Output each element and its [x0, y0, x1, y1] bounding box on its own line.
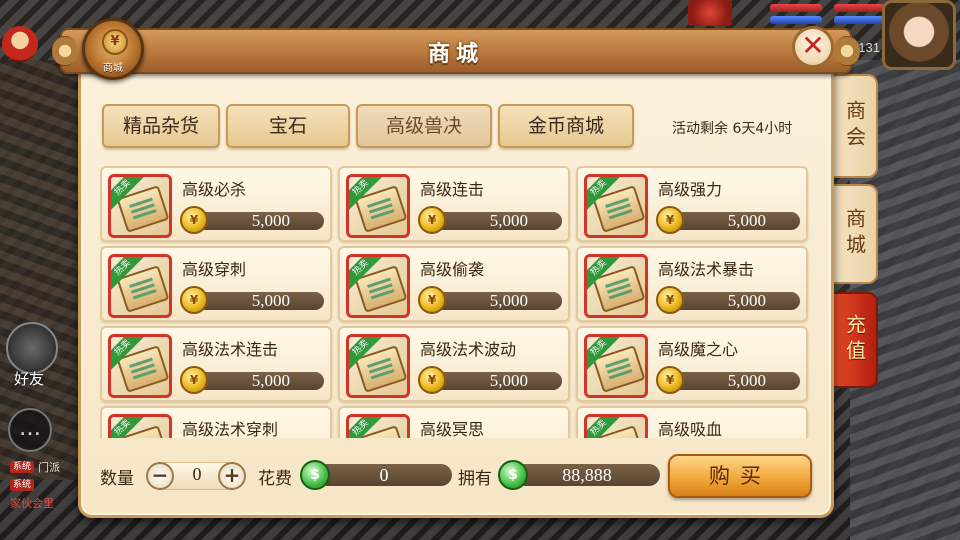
item-name: 高级法术穿刺 [182, 420, 279, 438]
skill-scroll-icon: 热卖 [346, 174, 410, 238]
friend-label[interactable]: 好友 [14, 368, 44, 389]
pet-hp-bar [834, 4, 884, 12]
item-name: 高级魔之心 [658, 340, 739, 359]
activity-remaining-text: 活动剩余 6天4小时 [672, 121, 793, 137]
jade-coin-icon: $ [300, 460, 330, 490]
item-card[interactable]: 热卖 高级法术暴击 5,000 ¥ [576, 246, 808, 322]
shop-badge: ¥ 商城 [82, 18, 144, 80]
item-card[interactable]: 热卖 高级偷袭 5,000 ¥ [338, 246, 570, 322]
side-tab-guild-shop[interactable]: 商会 [834, 74, 878, 178]
friend-avatar-icon[interactable] [6, 322, 58, 374]
item-card[interactable]: 热卖 高级穿刺 5,000 ¥ [100, 246, 332, 322]
item-card[interactable]: 热卖 高级必杀 5,000 ¥ [100, 166, 332, 242]
shop-badge-label: 商城 [103, 63, 123, 74]
money-bag-icon: ¥ [102, 29, 128, 55]
skill-scroll-icon: 热卖 [346, 254, 410, 318]
item-card[interactable]: 热卖高级吸血5,000¥ [576, 406, 808, 438]
skill-scroll-icon: 热卖 [584, 254, 648, 318]
close-x-icon: ✕ [801, 29, 825, 62]
panel-title: 商城 [427, 42, 484, 67]
chat-line: 系统 [10, 478, 80, 492]
skill-scroll-icon: 热卖 [108, 254, 172, 318]
skill-scroll-icon: 热卖 [346, 414, 410, 438]
gold-coin-icon: ¥ [180, 366, 208, 394]
item-card[interactable]: 热卖高级冥思5,000¥ [338, 406, 570, 438]
gold-coin-icon: ¥ [418, 206, 446, 234]
side-tab-recharge[interactable]: 充值 [834, 292, 878, 388]
item-card[interactable]: 热卖 高级魔之心 5,000 ¥ [576, 326, 808, 402]
chat-channel-tag: 系统 [10, 479, 35, 491]
item-grid[interactable]: 热卖 高级必杀 5,000 ¥ 热卖 高级连击 5,000 ¥ 热卖 高级强力 5,000 ¥ 热卖 高级… [100, 166, 812, 438]
chat-log[interactable]: 系统 门派 系统 家伙会里 [10, 460, 80, 514]
quantity-value[interactable]: 0 [180, 464, 214, 485]
minus-button[interactable]: − [146, 462, 174, 490]
gold-coin-icon: ¥ [418, 286, 446, 314]
item-card[interactable]: 热卖 高级法术连击 5,000 ¥ [100, 326, 332, 402]
skill-scroll-icon: 热卖 [346, 334, 410, 398]
jade-coin-icon: $ [498, 460, 528, 490]
chat-channel-tag: 系统 [10, 461, 35, 473]
item-name: 高级法术波动 [420, 340, 517, 359]
gold-coin-icon: ¥ [418, 366, 446, 394]
gold-coin-icon: ¥ [656, 206, 684, 234]
owned-label: 拥有 [458, 469, 492, 489]
item-name: 高级强力 [658, 180, 723, 199]
title-bar: 商城 [52, 28, 860, 74]
player-avatar[interactable] [882, 0, 956, 70]
pet-mp-bar [834, 16, 884, 24]
player-level: 131 [858, 40, 880, 55]
skill-scroll-icon: 热卖 [584, 174, 648, 238]
skill-scroll-icon: 热卖 [108, 174, 172, 238]
tab-gems[interactable]: 宝石 [226, 104, 350, 148]
chat-line: 家伙会里 [10, 496, 80, 510]
item-name: 高级法术连击 [182, 340, 279, 359]
item-name: 高级必杀 [182, 180, 247, 199]
tab-boutique-goods[interactable]: 精品杂货 [102, 104, 220, 148]
skill-scroll-icon: 热卖 [584, 414, 648, 438]
item-name: 高级偷袭 [420, 260, 485, 279]
chat-text: 家伙会里 [10, 497, 54, 510]
fortune-god-icon[interactable] [2, 26, 38, 62]
skill-scroll-icon: 热卖 [108, 334, 172, 398]
skill-scroll-icon: 热卖 [108, 414, 172, 438]
chat-line: 系统 门派 [10, 460, 80, 474]
item-card[interactable]: 热卖 高级强力 5,000 ¥ [576, 166, 808, 242]
item-name: 高级连击 [420, 180, 485, 199]
quantity-label: 数量 [100, 469, 134, 489]
background-lantern [688, 0, 732, 26]
item-name: 高级穿刺 [182, 260, 247, 279]
item-name: 高级法术暴击 [658, 260, 755, 279]
item-name: 高级吸血 [658, 420, 723, 438]
hp-bar [770, 4, 822, 12]
chat-bubble-icon[interactable]: … [8, 408, 52, 452]
skill-scroll-icon: 热卖 [584, 334, 648, 398]
plus-button[interactable]: + [218, 462, 246, 490]
tab-advanced-skills[interactable]: 高级兽决 [356, 104, 492, 148]
tab-gold-shop[interactable]: 金币商城 [498, 104, 634, 148]
item-name: 高级冥思 [420, 420, 485, 438]
chat-text: 门派 [38, 461, 61, 474]
gold-coin-icon: ¥ [180, 206, 208, 234]
side-tab-mall[interactable]: 商城 [834, 184, 878, 284]
owned-value: 88,888 [514, 464, 660, 486]
item-card[interactable]: 热卖 高级连击 5,000 ¥ [338, 166, 570, 242]
gold-coin-icon: ¥ [656, 366, 684, 394]
buy-button[interactable]: 购买 [668, 454, 812, 498]
cost-value: 0 [316, 464, 452, 486]
mp-bar [770, 16, 822, 24]
item-card[interactable]: 热卖高级法术穿刺5,000¥ [100, 406, 332, 438]
gold-coin-icon: ¥ [656, 286, 684, 314]
cost-label: 花费 [258, 469, 292, 489]
item-card[interactable]: 热卖 高级法术波动 5,000 ¥ [338, 326, 570, 402]
close-button[interactable]: ✕ [792, 26, 834, 68]
gold-coin-icon: ¥ [180, 286, 208, 314]
